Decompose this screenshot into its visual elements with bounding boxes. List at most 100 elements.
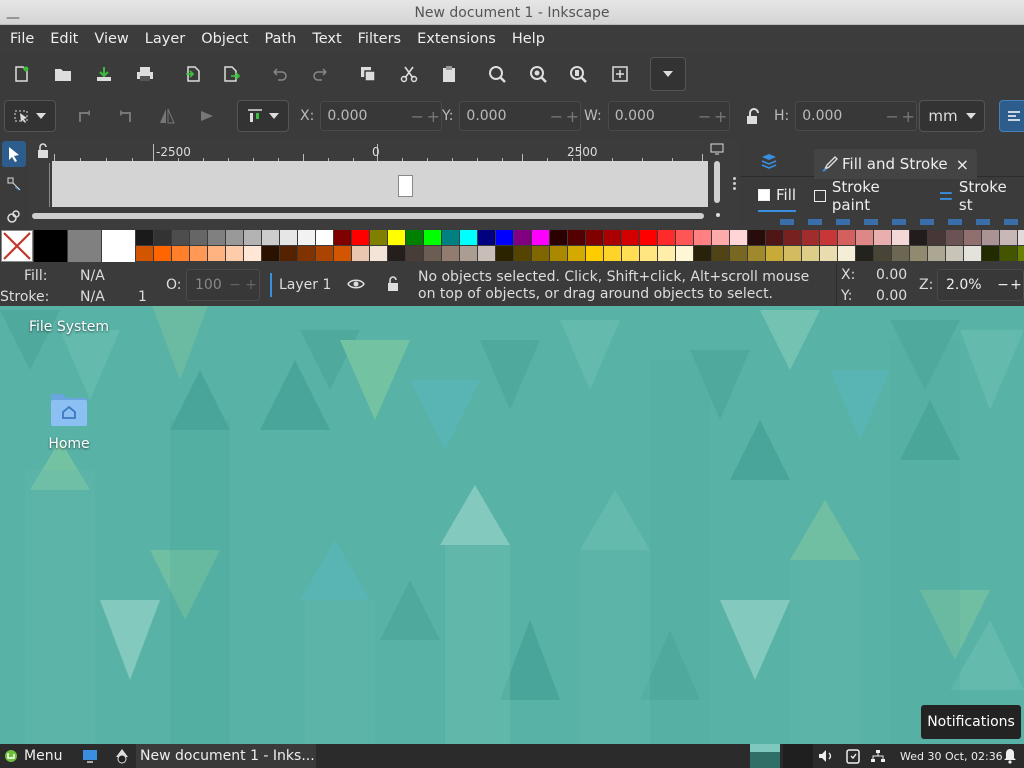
show-desktop-icon[interactable] — [82, 744, 98, 768]
palette-swatch[interactable] — [424, 246, 441, 261]
palette-swatch[interactable] — [154, 230, 171, 245]
palette-swatch[interactable] — [964, 230, 981, 245]
tweak-tool-icon[interactable] — [2, 203, 26, 229]
palette-swatch[interactable] — [190, 246, 207, 261]
plus-icon[interactable]: + — [425, 107, 441, 126]
new-document-icon[interactable] — [6, 59, 36, 89]
document-page[interactable] — [398, 175, 413, 197]
menu-view[interactable]: View — [86, 31, 136, 47]
palette-swatch[interactable] — [676, 230, 693, 245]
x-input[interactable]: 0.000 − + — [320, 101, 443, 131]
palette-swatch[interactable] — [442, 246, 459, 261]
stroke-value[interactable]: N/A — [80, 289, 105, 305]
palette-swatch[interactable] — [766, 246, 783, 261]
network-icon[interactable] — [870, 744, 886, 768]
palette-swatch[interactable] — [532, 230, 549, 245]
undo-icon[interactable] — [264, 59, 294, 89]
palette-swatch[interactable] — [730, 246, 747, 261]
palette-swatch[interactable] — [838, 230, 855, 245]
palette-swatch[interactable] — [550, 230, 567, 245]
palette-swatch[interactable] — [784, 230, 801, 245]
zoom-input[interactable]: 2.0% − + — [937, 269, 1024, 301]
palette-swatch[interactable] — [712, 230, 729, 245]
workspace-2[interactable] — [783, 744, 813, 768]
current-layer[interactable]: Layer 1 — [279, 277, 331, 293]
rotate-cw-icon[interactable] — [110, 101, 140, 131]
subtab-stroke-style[interactable]: Stroke st — [939, 178, 1024, 214]
desktop-icon-home[interactable]: Home — [14, 388, 124, 452]
palette-swatch[interactable] — [460, 230, 477, 245]
zoom-drawing-icon[interactable] — [523, 59, 553, 89]
w-input[interactable]: 0.000 − + — [607, 101, 730, 131]
palette-swatch[interactable] — [478, 230, 495, 245]
palette-swatch[interactable] — [676, 246, 693, 261]
palette-swatch[interactable] — [424, 230, 441, 245]
palette-swatch[interactable] — [370, 230, 387, 245]
palette-swatch[interactable] — [514, 246, 531, 261]
palette-swatch[interactable] — [694, 246, 711, 261]
palette-swatch[interactable] — [892, 246, 909, 261]
palette-swatch[interactable] — [280, 246, 297, 261]
export-icon[interactable] — [216, 59, 246, 89]
palette-swatch[interactable] — [784, 246, 801, 261]
minus-icon[interactable]: − — [884, 107, 900, 126]
layers-panel-icon[interactable] — [760, 153, 778, 173]
palette-swatch[interactable] — [838, 246, 855, 261]
palette-swatch[interactable] — [730, 230, 747, 245]
palette-swatch[interactable] — [208, 230, 225, 245]
palette-swatch[interactable] — [892, 230, 909, 245]
palette-swatch[interactable] — [190, 230, 207, 245]
close-icon[interactable]: × — [956, 155, 969, 174]
menu-help[interactable]: Help — [504, 31, 553, 47]
minus-icon[interactable]: − — [996, 277, 1010, 293]
flip-vertical-icon[interactable] — [192, 101, 222, 131]
minus-icon[interactable]: − — [409, 107, 425, 126]
desktop-icon-file-system[interactable]: File System — [14, 319, 124, 335]
palette-swatch[interactable] — [226, 246, 243, 261]
palette-swatch[interactable] — [352, 246, 369, 261]
palette-swatch[interactable] — [604, 230, 621, 245]
taskbar-window-inkscape[interactable]: New document 1 - Inks... — [136, 744, 316, 768]
palette-swatch[interactable] — [262, 230, 279, 245]
palette-swatch[interactable] — [820, 246, 837, 261]
plus-icon[interactable]: + — [900, 107, 916, 126]
subtab-stroke-paint[interactable]: Stroke paint — [814, 178, 921, 214]
palette-swatch[interactable] — [136, 230, 153, 245]
display-mode-icon[interactable] — [710, 143, 724, 159]
palette-swatch[interactable] — [946, 246, 963, 261]
palette-swatch[interactable] — [856, 246, 873, 261]
menu-filters[interactable]: Filters — [350, 31, 409, 47]
palette-swatch[interactable] — [370, 246, 387, 261]
rotate-ccw-icon[interactable] — [70, 101, 100, 131]
horizontal-ruler[interactable]: -2500 0 2500 — [52, 143, 708, 163]
palette-swatch[interactable] — [1000, 230, 1017, 245]
paste-icon[interactable] — [434, 59, 464, 89]
snap-toolbar-button[interactable] — [999, 100, 1024, 132]
palette-swatch[interactable] — [640, 230, 657, 245]
start-menu-button[interactable]: Menu — [4, 744, 62, 768]
guide-lock-icon[interactable] — [36, 143, 50, 161]
palette-swatch[interactable] — [496, 230, 513, 245]
palette-swatch[interactable] — [68, 230, 101, 262]
menu-text[interactable]: Text — [304, 31, 349, 47]
palette-swatch[interactable] — [568, 230, 585, 245]
vertical-ruler[interactable] — [32, 163, 50, 207]
menu-object[interactable]: Object — [193, 31, 256, 47]
palette-swatch[interactable] — [586, 230, 603, 245]
cut-icon[interactable] — [394, 59, 424, 89]
palette-swatch[interactable] — [514, 230, 531, 245]
minus-icon[interactable]: − — [548, 107, 564, 126]
palette-swatch[interactable] — [874, 230, 891, 245]
palette-swatch[interactable] — [568, 246, 585, 261]
plus-icon[interactable]: + — [713, 107, 729, 126]
lock-ratio-icon[interactable] — [738, 102, 768, 132]
palette-swatch[interactable] — [1018, 246, 1024, 261]
palette-swatch[interactable] — [964, 246, 981, 261]
drawing-canvas[interactable] — [52, 161, 708, 207]
palette-swatch[interactable] — [280, 230, 297, 245]
palette-swatch[interactable] — [802, 246, 819, 261]
palette-swatch[interactable] — [244, 246, 261, 261]
palette-swatch[interactable] — [550, 246, 567, 261]
palette-swatch[interactable] — [910, 230, 927, 245]
palette-swatch[interactable] — [226, 230, 243, 245]
